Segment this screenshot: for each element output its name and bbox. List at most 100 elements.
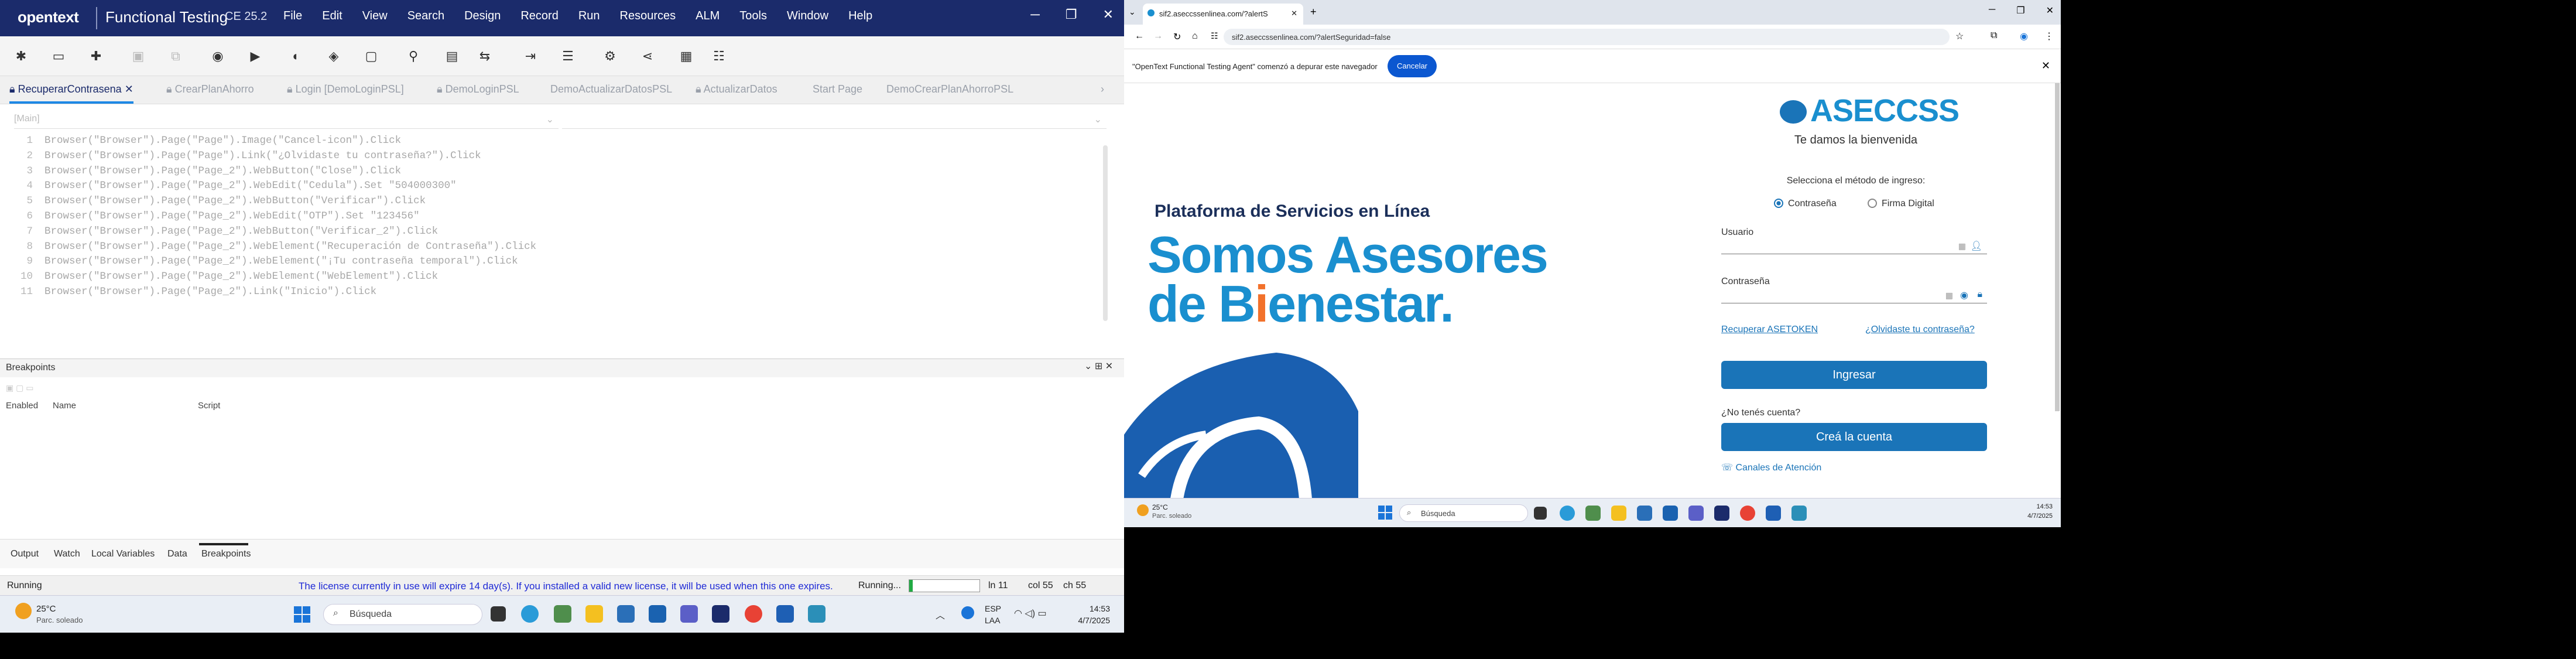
password-field[interactable]: ▦ ◉ 🔒︎ [1721,287,1987,303]
menu-kebab-icon[interactable]: ⋮ [2044,30,2054,42]
windows-start-icon[interactable] [1378,506,1392,520]
bookmark-star-icon[interactable]: ☆ [1955,30,1964,42]
chrome-icon[interactable] [1740,506,1755,521]
menu-file[interactable]: File [283,9,302,23]
tab-data[interactable]: Data [167,549,187,559]
user-field[interactable]: ▦ 👤︎ [1721,238,1987,254]
menu-resources[interactable]: Resources [620,9,676,23]
weather-desc[interactable]: Parc. soleado [36,616,83,624]
code-line[interactable]: 5 Browser("Browser").Page("Page_2").WebBu… [14,194,536,209]
task-view-icon[interactable] [1534,507,1547,520]
copilot-icon[interactable] [554,605,571,623]
wifi-volume-battery-icons[interactable]: ◠ ◁) ▭ [1014,607,1047,619]
edge-icon[interactable] [1560,506,1575,521]
chrome-icon[interactable] [745,605,762,623]
tab-demoactualizardatospsl[interactable]: DemoActualizarDatosPSL [550,83,672,95]
back-icon[interactable]: ← [1135,31,1144,42]
record-icon[interactable]: ◉ [208,47,227,66]
radio-digital-signature[interactable]: Firma Digital [1868,199,1934,209]
tab-recuperarcontrasena[interactable]: 🔒︎ RecuperarContrasena ✕ [9,83,133,104]
code-line[interactable]: 4 Browser("Browser").Page("Page_2").WebEd… [14,179,536,194]
word-icon[interactable] [1766,506,1781,521]
uft-app-icon[interactable] [712,605,729,623]
code-editor[interactable]: [Main] ⌄ ⌄ 1 Browser("Browser").Page("Page… [0,104,1124,356]
close-icon[interactable]: ✕ [1103,7,1114,22]
clock-time[interactable]: 14:53 [2020,503,2053,510]
recover-asetoken-link[interactable]: Recuperar ASETOKEN [1721,325,1818,335]
teams-icon[interactable] [680,605,698,623]
teams-icon[interactable] [1688,506,1704,521]
word-icon[interactable] [776,605,794,623]
taskbar-search[interactable]: ⌕ Búsqueda [1399,504,1528,522]
code-line[interactable]: 9 Browser("Browser").Page("Page_2").WebEl… [14,254,536,269]
column-script[interactable]: Script [198,401,220,411]
create-account-button[interactable]: Creá la cuenta [1721,423,1987,451]
code-line[interactable]: 10 Browser("Browser").Page("Page_2").WebE… [14,269,536,285]
pin-icon[interactable]: ⚲ [404,47,423,66]
taskbar-search[interactable]: ⌕ Búsqueda [323,604,482,625]
spy-icon[interactable]: ◈ [324,47,343,66]
autofill-icon[interactable]: ▦ [1958,241,1966,251]
menu-window[interactable]: Window [787,9,828,23]
store-icon[interactable] [1637,506,1652,521]
column-enabled[interactable]: Enabled [6,401,38,411]
copilot-icon[interactable] [1585,506,1601,521]
pane-menu-icon[interactable]: ⌄ ⊞ ✕ [1084,360,1113,372]
outlook-icon[interactable] [649,605,666,623]
store-icon[interactable] [617,605,635,623]
profile-icon[interactable]: ◉ [2020,30,2028,42]
weather-temp[interactable]: 25°C [36,604,56,614]
close-icon[interactable]: ✕ [1291,9,1297,18]
menu-run[interactable]: Run [578,9,600,23]
menu-search[interactable]: Search [407,9,444,23]
menu-tools[interactable]: Tools [739,9,767,23]
page-scrollbar[interactable] [2055,83,2060,411]
run-options-icon[interactable]: ◐ [287,47,306,66]
autofill-icon[interactable]: ▦ [1945,291,1953,301]
object-icon[interactable]: ▤ [443,47,461,66]
menu-help[interactable]: Help [848,9,872,23]
chevron-up-icon[interactable]: ︿ [936,607,945,622]
site-info-icon[interactable]: ☷ [1211,31,1218,41]
code-line[interactable]: 8 Browser("Browser").Page("Page_2").WebEl… [14,240,536,255]
settings-icon[interactable]: ⚙ [601,47,619,66]
extensions-icon[interactable]: ⧉ [1991,30,1997,41]
clock-date[interactable]: 4/7/2025 [2020,513,2053,520]
tab-demologinpsl[interactable]: 🔒︎ DemoLoginPSL [437,83,519,95]
open-folder-icon[interactable]: ▭ [49,47,68,66]
code-line[interactable]: 6 Browser("Browser").Page("Page_2").WebEd… [14,209,536,224]
menu-record[interactable]: Record [520,9,558,23]
tab-output[interactable]: Output [11,549,39,559]
copy-icon[interactable]: ⧉ [166,47,185,66]
save-icon[interactable]: ▣ [129,47,148,66]
code-line[interactable]: 2 Browser("Browser").Page("Page").Link("¿… [14,149,536,164]
list-icon[interactable]: ☰ [559,47,577,66]
forgot-password-link[interactable]: ¿Olvidaste tu contraseña? [1865,325,1975,335]
outlook-icon[interactable] [1663,506,1678,521]
login-button[interactable]: Ingresar [1721,361,1987,389]
restore-icon[interactable]: ❐ [2016,5,2025,16]
run-icon[interactable]: ▶ [246,47,265,66]
tab-democrearplanahorropsl[interactable]: DemoCrearPlanAhorroPSL [886,83,1013,95]
url-field[interactable]: sif2.aseccssenlinea.com/?alertSeguridad=… [1224,29,1950,45]
restore-icon[interactable]: ❐ [1066,7,1077,22]
tab-watch[interactable]: Watch [54,549,80,559]
code-line[interactable]: 11 Browser("Browser").Page("Page_2").Link… [14,285,536,300]
tab-search-icon[interactable]: ⌄ [1129,7,1136,17]
radio-password[interactable]: Contraseña [1774,199,1837,209]
browser-tab[interactable]: sif2.aseccssenlinea.com/?alertS ✕ [1143,4,1303,25]
add-icon[interactable]: ✚ [87,47,105,66]
tab-start-page[interactable]: Start Page [813,83,862,95]
new-tab-icon[interactable]: + [1310,6,1317,18]
windows-start-icon[interactable] [294,606,310,623]
tab-login[interactable]: 🔒︎ Login [DemoLoginPSL] [287,83,404,95]
procedure-dropdown[interactable]: ⌄ [562,114,1107,129]
tab-overflow-icon[interactable]: › [1101,83,1104,95]
language-secondary[interactable]: LAA [985,616,1000,625]
weather-temp[interactable]: 25°C [1152,503,1168,511]
clock-time[interactable]: 14:53 [1074,604,1110,613]
uft-app-icon[interactable] [1714,506,1729,521]
editor-scrollbar[interactable] [1103,145,1108,321]
scope-dropdown[interactable]: [Main] ⌄ [14,114,559,129]
code-line[interactable]: 3 Browser("Browser").Page("Page_2").WebBu… [14,164,536,179]
